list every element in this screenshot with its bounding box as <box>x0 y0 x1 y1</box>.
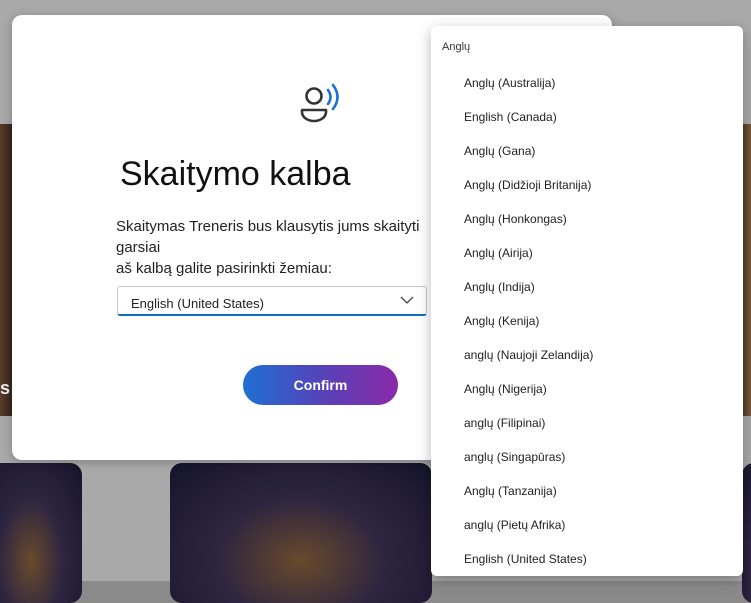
language-option[interactable]: anglų (Filipinai) <box>431 406 743 440</box>
dropdown-group-header: Anglų <box>442 41 471 53</box>
language-select-value: English (United States) <box>131 296 264 311</box>
language-option[interactable]: Anglų (Indija) <box>431 270 743 304</box>
background-story-card <box>0 463 82 603</box>
language-option[interactable]: Anglų (Australija) <box>431 66 743 100</box>
background-story-card <box>170 463 432 603</box>
confirm-button[interactable]: Confirm <box>243 365 398 405</box>
language-option[interactable]: anglų (Pietų Afrika) <box>431 508 743 542</box>
language-option[interactable]: Anglų (Nigerija) <box>431 372 743 406</box>
chevron-down-icon <box>400 296 414 304</box>
language-option[interactable]: Anglų (Honkongas) <box>431 202 743 236</box>
language-dropdown-list: Anglų Anglų (Australija) English (Canada… <box>431 26 743 576</box>
language-option[interactable]: Anglų (Kenija) <box>431 304 743 338</box>
dialog-title: Skaitymo kalba <box>120 155 351 193</box>
language-option[interactable]: English (Canada) <box>431 100 743 134</box>
background-story-card <box>742 463 751 603</box>
language-option[interactable]: Anglų (Gana) <box>431 134 743 168</box>
language-options: Anglų (Australija) English (Canada) Angl… <box>431 66 743 576</box>
language-option[interactable]: Anglų (Didžioji Britanija) <box>431 168 743 202</box>
language-option[interactable]: English (United States) <box>431 542 743 576</box>
language-option[interactable]: Anglų (Tanzanija) <box>431 474 743 508</box>
dialog-description: Skaitymas Treneris bus klausytis jums sk… <box>116 218 420 277</box>
language-option[interactable]: anglų (Naujoji Zelandija) <box>431 338 743 372</box>
language-option[interactable]: anglų (Singapūras) <box>431 440 743 474</box>
background-card-text: s <box>0 378 11 398</box>
speaker-person-icon <box>300 83 339 123</box>
language-select[interactable]: English (United States) <box>117 286 427 316</box>
language-option[interactable]: Anglų (Airija) <box>431 236 743 270</box>
